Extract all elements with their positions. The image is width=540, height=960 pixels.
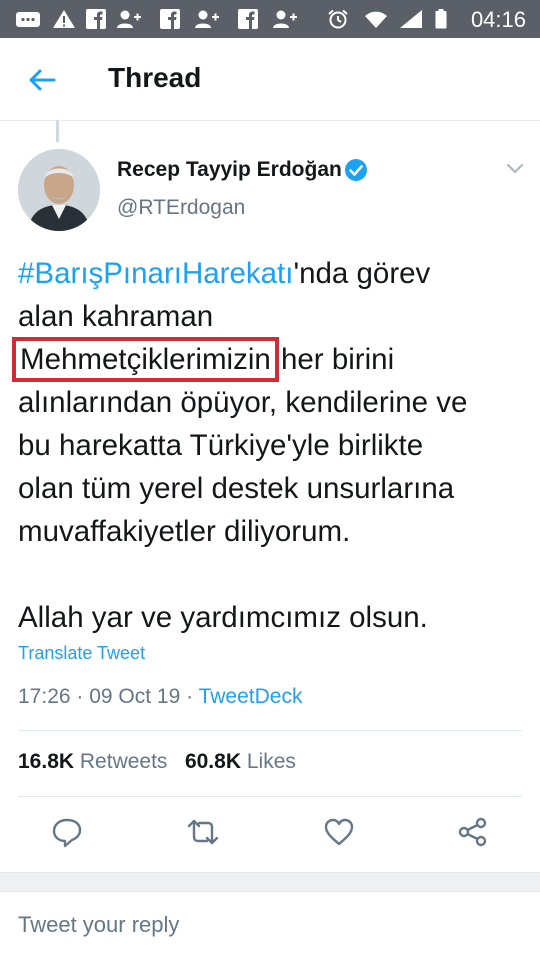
- message-icon: [16, 12, 40, 27]
- thread-connector-line: [56, 120, 59, 142]
- wifi-icon: [365, 11, 387, 28]
- tweet-text: #BarışPınarıHarekatı'nda görev alan kahr…: [12, 252, 528, 639]
- status-bar: 04:16: [0, 0, 540, 38]
- reply-icon[interactable]: [50, 815, 84, 849]
- facebook-icon: [160, 9, 180, 29]
- retweets-count[interactable]: 16.8K: [18, 750, 74, 773]
- retweets-label[interactable]: Retweets: [80, 750, 168, 773]
- reply-input[interactable]: Tweet your reply: [18, 912, 179, 938]
- verified-badge-icon: [345, 159, 367, 181]
- page-title: Thread: [108, 62, 202, 93]
- avatar-portrait-icon: [18, 149, 100, 231]
- divider: [18, 730, 522, 731]
- tweet-date: 09 Oct 19: [89, 685, 181, 708]
- back-arrow-icon[interactable]: [26, 64, 58, 96]
- hashtag-link[interactable]: #BarışPınarıHarekatı: [18, 257, 293, 290]
- app-bar: Thread: [0, 38, 540, 121]
- highlighted-word: Mehmetçiklerimizin: [12, 337, 279, 382]
- signal-icon: [400, 10, 422, 28]
- tweet-meta: 17:26 · 09 Oct 19 · TweetDeck: [18, 685, 303, 708]
- author-name[interactable]: Recep Tayyip Erdoğan: [117, 158, 342, 182]
- share-icon[interactable]: [456, 815, 490, 849]
- add-user-icon: [273, 10, 297, 28]
- retweet-icon[interactable]: [186, 815, 220, 849]
- add-user-icon: [117, 10, 141, 28]
- facebook-icon: [86, 9, 106, 29]
- tweet-stats: 16.8K Retweets 60.8K Likes: [18, 750, 296, 774]
- tweet-time: 17:26: [18, 685, 71, 708]
- battery-icon: [435, 9, 447, 29]
- like-heart-icon[interactable]: [322, 815, 356, 849]
- avatar[interactable]: [18, 149, 100, 231]
- section-separator: [0, 872, 540, 892]
- author-handle[interactable]: @RTErdogan: [117, 196, 245, 220]
- tweet-text-part: her birini alınlarından öpüyor, kendiler…: [18, 343, 468, 634]
- translate-tweet-link[interactable]: Translate Tweet: [18, 643, 145, 664]
- divider: [18, 796, 522, 797]
- likes-label[interactable]: Likes: [247, 750, 296, 773]
- status-time: 04:16: [470, 7, 526, 32]
- alert-icon: [53, 10, 75, 28]
- chevron-down-icon[interactable]: [505, 162, 525, 176]
- alarm-icon: [328, 9, 348, 29]
- add-user-icon: [195, 10, 219, 28]
- facebook-icon: [238, 9, 258, 29]
- tweet-source-link[interactable]: TweetDeck: [199, 685, 303, 708]
- likes-count[interactable]: 60.8K: [185, 750, 241, 773]
